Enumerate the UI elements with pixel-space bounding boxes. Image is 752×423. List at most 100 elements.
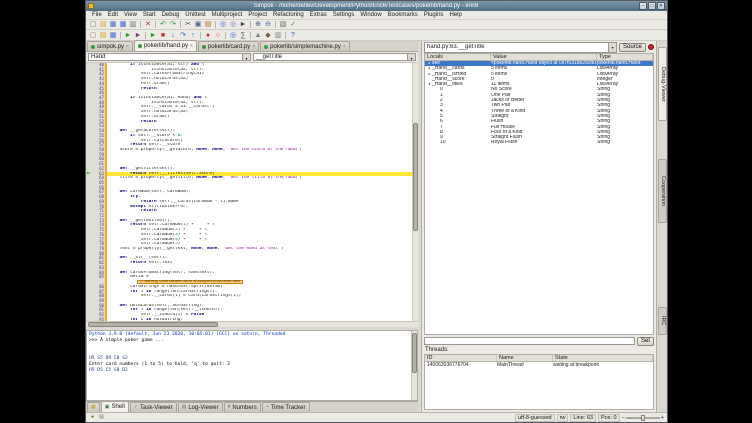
find-in-files-icon[interactable]: ◎ xyxy=(229,31,238,40)
shell-output[interactable]: Python 3.9.0 (default, Jun 23 2020, 10:0… xyxy=(87,331,411,400)
set-button[interactable]: Set xyxy=(637,337,654,346)
menu-settings[interactable]: Settings xyxy=(330,12,358,18)
new-project-icon[interactable]: ▢ xyxy=(89,31,98,40)
minimize-button[interactable]: – xyxy=(639,2,647,10)
redo-icon[interactable]: ↷ xyxy=(169,20,178,29)
zoom-out-icon[interactable]: − xyxy=(622,415,625,421)
tab-pokerlib-hand-py[interactable]: pokerlib/hand.py× xyxy=(134,40,197,51)
menu-edit[interactable]: Edit xyxy=(105,12,121,18)
preview-icon[interactable]: ▧ xyxy=(279,20,288,29)
scrollbar-thumb[interactable] xyxy=(413,123,418,231)
step-icon[interactable]: ↓ xyxy=(169,31,178,40)
variables-filter-input[interactable] xyxy=(424,337,635,345)
metrics-icon[interactable]: ▥ xyxy=(274,31,283,40)
close-tab-icon[interactable]: × xyxy=(343,44,346,50)
column-header-name[interactable]: Name xyxy=(497,355,553,361)
side-tab-cooperation[interactable]: Cooperation xyxy=(658,159,667,223)
callstack-combo[interactable]: hand.py:63.__getTitle ▾ xyxy=(424,42,617,53)
search-icon[interactable]: ◎ xyxy=(219,20,228,29)
scrollbar-thumb[interactable] xyxy=(412,333,417,373)
spelling-icon[interactable]: ✓ xyxy=(289,20,298,29)
menu-project[interactable]: Project xyxy=(245,12,270,18)
menu-multiproject[interactable]: Multiproject xyxy=(209,12,246,18)
menu-plugins[interactable]: Plugins xyxy=(421,12,447,18)
menu-window[interactable]: Window xyxy=(357,12,384,18)
stop-icon[interactable]: ■ xyxy=(159,31,168,40)
undo-icon[interactable]: ↶ xyxy=(159,20,168,29)
print-icon[interactable]: ▥ xyxy=(129,20,138,29)
column-header-type[interactable]: Type xyxy=(597,54,653,60)
goto-icon[interactable]: ► xyxy=(239,20,248,29)
menu-file[interactable]: File xyxy=(89,12,105,18)
clear-breakpoints-icon[interactable]: ○ xyxy=(214,31,223,40)
continue-icon[interactable]: ► xyxy=(149,31,158,40)
close-tab-icon[interactable]: × xyxy=(126,44,129,50)
column-header-locals[interactable]: Locals xyxy=(425,54,491,60)
symbols-icon[interactable]: ∑ xyxy=(239,31,248,40)
open-file-icon[interactable]: ▤ xyxy=(99,20,108,29)
class-combo[interactable]: Hand ▾ xyxy=(88,53,251,61)
paste-icon[interactable]: ▤ xyxy=(204,20,213,29)
save-icon[interactable]: ▦ xyxy=(109,20,118,29)
zoom-slider-handle[interactable] xyxy=(641,415,645,421)
step-over-icon[interactable]: ↷ xyxy=(179,31,188,40)
thread-row[interactable]: 140063036776704MainThreadwaiting at brea… xyxy=(425,362,653,368)
zoom-slider[interactable] xyxy=(626,417,660,419)
profile-icon[interactable]: ◆ xyxy=(264,31,273,40)
method-combo[interactable]: __getTitle ▾ xyxy=(253,53,416,61)
step-out-icon[interactable]: ↑ xyxy=(189,31,198,40)
close-button[interactable]: ✕ xyxy=(657,2,665,10)
shell-vertical-scrollbar[interactable] xyxy=(411,331,417,400)
menu-extras[interactable]: Extras xyxy=(307,12,330,18)
breakpoint-icon[interactable]: ● xyxy=(204,31,213,40)
variable-row[interactable]: 10Royal FlushString xyxy=(425,140,653,145)
code-area[interactable]: 40 if isinstance(a1, str) and \41 isinst… xyxy=(86,63,412,321)
zoom-widget[interactable]: − + xyxy=(622,415,664,421)
menu-bookmarks[interactable]: Bookmarks xyxy=(385,12,421,18)
run-script-icon[interactable]: ► xyxy=(124,31,133,40)
zoom-in-icon[interactable]: + xyxy=(661,415,664,421)
bottom-tab-log-viewer[interactable]: ▤Log-Viewer xyxy=(178,402,223,412)
column-header-value[interactable]: Value xyxy=(491,54,597,60)
editor-vertical-scrollbar[interactable] xyxy=(412,63,418,321)
debug-script-icon[interactable]: ► xyxy=(134,31,143,40)
side-tab-irc[interactable]: IRC xyxy=(658,307,667,335)
menu-view[interactable]: View xyxy=(121,12,140,18)
code-editor[interactable]: 40 if isinstance(a1, str) and \41 isinst… xyxy=(86,63,418,321)
menu-refactoring[interactable]: Refactoring xyxy=(270,12,307,18)
scrollbar-thumb[interactable] xyxy=(88,322,218,327)
source-button[interactable]: Source xyxy=(619,43,646,52)
bottom-tab-task-viewer[interactable]: ✓Task-Viewer xyxy=(130,402,177,412)
close-tab-icon[interactable]: × xyxy=(190,43,193,49)
bottom-tab-time-tracker[interactable]: ◔Time Tracker xyxy=(262,402,310,412)
bottom-tab-icon-only[interactable]: ▦ xyxy=(87,402,100,412)
tab-pokerlib-simplemachine-py[interactable]: pokerlib/simplemachine.py× xyxy=(260,41,350,51)
menu-unittest[interactable]: Unittest xyxy=(182,12,208,18)
replace-icon[interactable]: ◎ xyxy=(229,20,238,29)
column-header-state[interactable]: State xyxy=(553,355,653,361)
close-tab-icon[interactable]: × xyxy=(252,44,255,50)
editor-horizontal-scrollbar[interactable] xyxy=(86,321,418,327)
tab-simpok-py[interactable]: simpok.py× xyxy=(87,41,133,51)
close-file-icon[interactable]: ✕ xyxy=(144,20,153,29)
cut-icon[interactable]: ✂ xyxy=(184,20,193,29)
bottom-tab-numbers[interactable]: #Numbers xyxy=(224,402,261,412)
save-all-icon[interactable]: ▦ xyxy=(119,20,128,29)
menu-start[interactable]: Start xyxy=(140,12,159,18)
new-file-icon[interactable]: ▢ xyxy=(89,20,98,29)
open-project-icon[interactable]: ▤ xyxy=(99,31,108,40)
help-icon[interactable]: ? xyxy=(289,31,298,40)
unittest-icon[interactable]: ▲ xyxy=(254,31,263,40)
zoom-out-icon[interactable]: ⊖ xyxy=(264,20,273,29)
menu-help[interactable]: Help xyxy=(446,12,464,18)
tab-pokerlib-card-py[interactable]: pokerlib/card.py× xyxy=(198,41,259,51)
save-project-icon[interactable]: ▦ xyxy=(109,31,118,40)
maximize-button[interactable]: □ xyxy=(648,2,656,10)
side-tab-debug-viewer[interactable]: Debug-Viewer xyxy=(658,47,667,121)
zoom-in-icon[interactable]: ⊕ xyxy=(254,20,263,29)
shell-panel[interactable]: Python 3.9.0 (default, Jun 23 2020, 10:0… xyxy=(86,330,418,401)
copy-icon[interactable]: ▣ xyxy=(194,20,203,29)
menu-debug[interactable]: Debug xyxy=(159,12,183,18)
titlebar[interactable]: Simpok - /home/detlev/Development/Python… xyxy=(86,1,667,11)
column-header-id[interactable]: ID xyxy=(425,355,497,361)
